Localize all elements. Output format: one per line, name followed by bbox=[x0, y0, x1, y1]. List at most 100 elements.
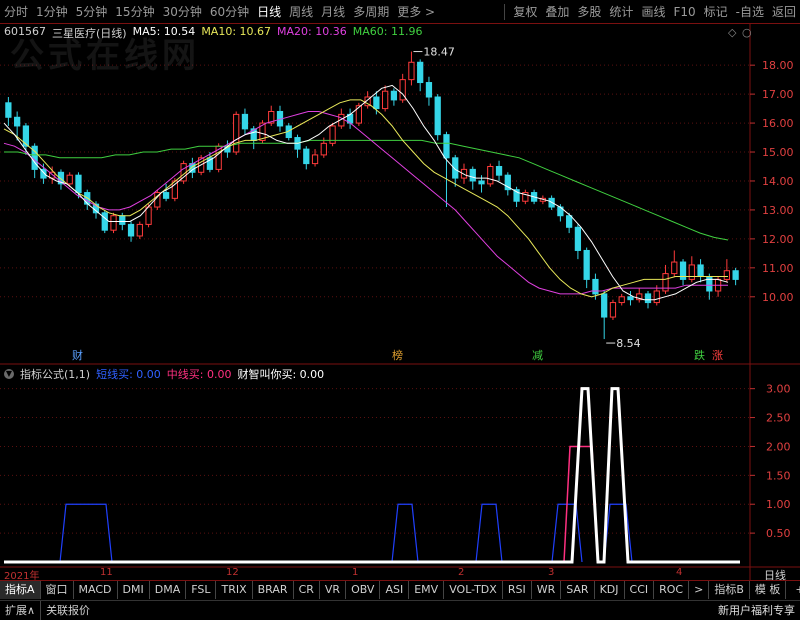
tab-trix[interactable]: TRIX bbox=[216, 581, 253, 599]
ma20-line bbox=[3, 111, 728, 295]
candle-body-up bbox=[145, 206, 152, 225]
tab-macd[interactable]: MACD bbox=[74, 581, 118, 599]
overlay-button[interactable]: 叠加 bbox=[541, 0, 573, 24]
candle-body-up bbox=[688, 264, 695, 280]
period-1min[interactable]: 1分钟 bbox=[32, 0, 72, 24]
candle-body-down bbox=[417, 61, 424, 84]
candle-body-up bbox=[671, 261, 678, 275]
indicator-axis-label: 1.00 bbox=[766, 498, 791, 511]
diamond-icon[interactable]: ◇ bbox=[728, 26, 736, 39]
period-multi[interactable]: 多周期 bbox=[349, 0, 393, 24]
period-fenshi[interactable]: 分时 bbox=[0, 0, 32, 24]
f10-button[interactable]: F10 bbox=[669, 0, 699, 24]
tab-brar[interactable]: BRAR bbox=[253, 581, 294, 599]
tab-cci[interactable]: CCI bbox=[625, 581, 655, 599]
candle-body-down bbox=[601, 293, 608, 318]
ma5-value: MA5: 10.54 bbox=[132, 25, 196, 38]
tab-window[interactable]: 窗口 bbox=[41, 581, 74, 599]
tab-sar[interactable]: SAR bbox=[561, 581, 595, 599]
related-quote-button[interactable]: 关联报价 bbox=[40, 600, 95, 620]
candle-body-down bbox=[732, 270, 739, 280]
chevron-down-icon[interactable]: ▼ bbox=[4, 369, 14, 379]
candle-body-down bbox=[241, 113, 249, 130]
candle-body-down bbox=[425, 82, 433, 98]
candle-body-down bbox=[434, 96, 441, 136]
tab-rsi[interactable]: RSI bbox=[503, 581, 532, 599]
kline-chart[interactable]: 18.0017.0016.0015.0014.0013.0012.0011.00… bbox=[0, 24, 800, 580]
period-30min[interactable]: 30分钟 bbox=[159, 0, 206, 24]
draw-line-button[interactable]: 画线 bbox=[637, 0, 669, 24]
multi-stock-button[interactable]: 多股 bbox=[573, 0, 605, 24]
low-price-label: 8.54 bbox=[616, 337, 641, 350]
indicator-tabbar: 指标A 窗口 MACD DMI DMA FSL TRIX BRAR CR VR … bbox=[0, 580, 800, 599]
new-user-promo-link[interactable]: 新用户福利专享 bbox=[713, 601, 800, 620]
price-axis-label: 11.00 bbox=[762, 262, 794, 275]
indicator-name[interactable]: 指标公式(1,1) bbox=[20, 366, 90, 382]
expand-button[interactable]: 扩展∧ bbox=[0, 601, 40, 620]
stats-button[interactable]: 统计 bbox=[605, 0, 637, 24]
candle-body-down bbox=[706, 276, 713, 292]
tab-wr[interactable]: WR bbox=[532, 581, 562, 599]
tab-scroll-right[interactable]: > bbox=[689, 581, 710, 599]
period-monthly[interactable]: 月线 bbox=[317, 0, 349, 24]
stock-name: 三星医疗(日线) bbox=[52, 27, 127, 40]
fuquan-button[interactable]: 复权 bbox=[509, 0, 541, 24]
candle-body-up bbox=[382, 90, 389, 110]
candle-body-down bbox=[127, 223, 135, 237]
pin-icon[interactable]: ○ bbox=[742, 26, 752, 39]
tab-asi[interactable]: ASI bbox=[380, 581, 410, 599]
tab-obv[interactable]: OBV bbox=[346, 581, 381, 599]
time-axis: 2021年 11 12 1 2 3 4 bbox=[0, 567, 750, 582]
price-axis-label: 14.00 bbox=[762, 175, 794, 188]
tab-dmi[interactable]: DMI bbox=[118, 581, 150, 599]
period-15min[interactable]: 15分钟 bbox=[111, 0, 158, 24]
tab-emv[interactable]: EMV bbox=[409, 581, 445, 599]
candle-body-down bbox=[162, 192, 170, 199]
tab-vr[interactable]: VR bbox=[320, 581, 347, 599]
event-mark-rank[interactable]: 榜 bbox=[390, 349, 405, 362]
tab-add[interactable]: + bbox=[786, 581, 800, 599]
tab-roc[interactable]: ROC bbox=[654, 581, 690, 599]
ma10-line bbox=[3, 99, 728, 298]
back-button[interactable]: 返回 bbox=[768, 0, 800, 24]
tab-fsl[interactable]: FSL bbox=[186, 581, 217, 599]
event-mark-finance[interactable]: 财 bbox=[70, 349, 85, 362]
event-mark-reduce[interactable]: 减 bbox=[530, 349, 545, 362]
period-60min[interactable]: 60分钟 bbox=[206, 0, 253, 24]
period-more[interactable]: 更多 > bbox=[393, 0, 439, 24]
ma10-value: MA10: 10.67 bbox=[201, 25, 272, 38]
candle-body-up bbox=[408, 61, 415, 81]
tab-template[interactable]: 模 板 bbox=[750, 581, 787, 599]
smart-buy-value: 财智叫你买: 0.00 bbox=[237, 368, 325, 381]
time-label-11: 11 bbox=[100, 567, 113, 578]
tab-dma[interactable]: DMA bbox=[150, 581, 187, 599]
event-mark-fall[interactable]: 跌 bbox=[692, 349, 707, 362]
candle-body-down bbox=[478, 180, 485, 185]
toolbar-divider bbox=[504, 3, 506, 20]
tab-indicator-a[interactable]: 指标A bbox=[0, 581, 41, 599]
candle-body-down bbox=[14, 116, 21, 127]
period-daily[interactable]: 日线 bbox=[253, 0, 285, 24]
remove-watchlist-button[interactable]: -自选 bbox=[732, 0, 768, 24]
candle-body-up bbox=[487, 165, 494, 185]
time-label-1: 1 bbox=[352, 567, 359, 578]
candle-body-up bbox=[136, 223, 143, 237]
candle-body-up bbox=[66, 174, 73, 185]
price-axis-label: 16.00 bbox=[762, 117, 794, 130]
tab-indicator-b[interactable]: 指标B bbox=[709, 581, 750, 599]
indicator-axis-label: 3.00 bbox=[766, 383, 791, 396]
tab-kdj[interactable]: KDJ bbox=[595, 581, 625, 599]
short-buy-value: 短线买: 0.00 bbox=[96, 368, 161, 381]
top-toolbar: 分时 1分钟 5分钟 15分钟 30分钟 60分钟 日线 周线 月线 多周期 更… bbox=[0, 0, 800, 24]
event-mark-rise[interactable]: 涨 bbox=[710, 349, 725, 362]
time-label-4: 4 bbox=[676, 567, 683, 578]
candle-body-up bbox=[653, 290, 660, 304]
period-5min[interactable]: 5分钟 bbox=[72, 0, 112, 24]
indicator-axis-label: 2.50 bbox=[766, 412, 791, 425]
time-label-3: 3 bbox=[548, 567, 555, 578]
mark-button[interactable]: 标记 bbox=[700, 0, 732, 24]
period-weekly[interactable]: 周线 bbox=[285, 0, 317, 24]
tab-vol-tdx[interactable]: VOL-TDX bbox=[444, 581, 503, 599]
tab-cr[interactable]: CR bbox=[294, 581, 320, 599]
ma20-value: MA20: 10.36 bbox=[277, 25, 347, 38]
